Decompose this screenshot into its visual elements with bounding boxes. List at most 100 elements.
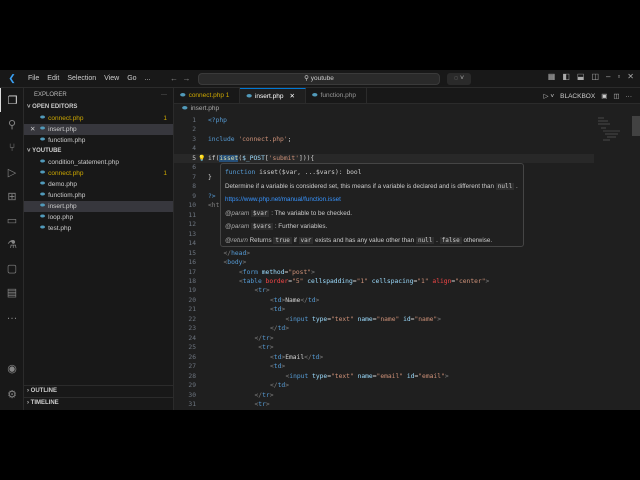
more-actions-icon[interactable]: ··· (161, 88, 167, 102)
outline-section[interactable]: › OUTLINE (24, 386, 174, 397)
code-token: 'submit' (268, 154, 300, 162)
code-line[interactable]: 25 <tr> (174, 343, 594, 352)
run-icon[interactable]: ▷ ˅ (544, 92, 555, 100)
code-line[interactable]: 15 </head> (174, 249, 594, 258)
timeline-label: TIMELINE (30, 400, 59, 406)
explorer-icon[interactable]: ❐ (0, 88, 24, 112)
nav-arrows[interactable]: ← → (170, 74, 190, 83)
file-name: functiom.php (48, 192, 86, 199)
minimap[interactable] (598, 116, 628, 146)
toggle-secondary-sidebar-icon[interactable]: ◫ (591, 72, 599, 81)
blackbox-icon[interactable]: ▣ (601, 92, 607, 100)
file-item[interactable]: ⬬ test.php (24, 223, 173, 234)
settings-gear-icon[interactable]: ⚙ (0, 382, 24, 406)
file-item[interactable]: ⬬ insert.php (24, 201, 173, 212)
code-text: </td> (270, 324, 289, 333)
code-token: < (254, 344, 263, 352)
menu-selection[interactable]: Selection (63, 75, 100, 82)
code-line[interactable]: 20 <td>Name</td> (174, 296, 594, 305)
minimize-icon[interactable]: – (606, 72, 610, 81)
code-token: 'connect.php' (238, 135, 288, 143)
account-icon[interactable]: ◉ (0, 356, 24, 380)
chat-icon[interactable]: ▢ (0, 256, 24, 280)
code-line[interactable]: 29 </td> (174, 381, 594, 390)
open-editors-section[interactable]: ˅ OPEN EDITORS (24, 102, 173, 113)
file-item[interactable]: ⬬ loop.php (24, 212, 173, 223)
code-line[interactable]: 5 💡 if(isset($_POST['submit'])){ (174, 153, 594, 164)
code-line[interactable]: 1 <?php (174, 116, 594, 125)
run-debug-icon[interactable]: ▷ (0, 160, 24, 184)
code-line[interactable]: 3 include 'connect.php'; (174, 135, 594, 144)
menu-edit[interactable]: Edit (43, 75, 63, 82)
timeline-section[interactable]: › TIMELINE (24, 398, 174, 409)
code-token: "name" (376, 315, 404, 323)
file-name: test.php (48, 225, 72, 232)
line-number: 17 (188, 268, 196, 276)
php-file-icon: ⬬ (40, 192, 46, 198)
extensions-icon[interactable]: ⊞ (0, 184, 24, 208)
lightbulb-icon[interactable]: 💡 (198, 154, 205, 163)
file-item[interactable]: ⬬ functiom.php (24, 135, 173, 146)
more-icon[interactable]: … (0, 304, 24, 328)
code-line[interactable]: 26 <td>Email</td> (174, 353, 594, 362)
file-item[interactable]: ⬬ condition_statement.php (24, 157, 173, 168)
code-line[interactable]: 16 <body> (174, 258, 594, 267)
file-item[interactable]: ⬬ demo.php (24, 179, 173, 190)
code-text: <tr> (255, 286, 270, 295)
menu-go[interactable]: Go (123, 75, 140, 82)
file-item[interactable]: ⬬ functiom.php (24, 190, 173, 201)
tab-connect[interactable]: ⬬ connect.php 1 (174, 88, 241, 103)
copilot-button[interactable]: ◌ ˅ (447, 73, 471, 85)
breadcrumb[interactable]: ⬬ insert.php (182, 105, 219, 113)
menu-view[interactable]: View (100, 75, 123, 82)
folder-icon[interactable]: ▤ (0, 280, 24, 304)
toggle-sidebar-icon[interactable]: ◧ (562, 72, 570, 81)
file-item[interactable]: ⬬ connect.php 1 (24, 168, 173, 179)
code-line[interactable]: 31 <tr> (174, 400, 594, 409)
code-line[interactable]: 30 </tr> (174, 391, 594, 400)
close-tab-icon[interactable]: ✕ (290, 93, 295, 100)
vertical-scrollbar[interactable] (632, 116, 640, 136)
line-number: 12 (188, 221, 196, 229)
forward-arrow-icon[interactable]: → (182, 74, 190, 83)
line-number: 10 (188, 202, 196, 210)
code-line[interactable]: 4 (174, 144, 594, 153)
command-center-search[interactable]: ⚲ youtube (198, 73, 440, 85)
code-line[interactable]: 23 </td> (174, 324, 594, 333)
back-arrow-icon[interactable]: ← (170, 74, 178, 83)
file-item[interactable]: ⬬ connect.php 1 (24, 113, 173, 124)
code-line[interactable]: 17 <form method="post"> (174, 268, 594, 277)
menu-file[interactable]: File (24, 75, 43, 82)
php-file-icon: ⬬ (40, 115, 46, 121)
code-line[interactable]: 22 <input type="text" name="name" id="nam… (174, 315, 594, 324)
search-icon[interactable]: ⚲ (0, 112, 24, 136)
source-control-icon[interactable]: ⑂ (0, 136, 24, 160)
hover-description: Determine if a variable is considered se… (225, 182, 495, 190)
close-icon[interactable]: ✕ (30, 124, 35, 135)
more-actions-icon[interactable]: ··· (626, 93, 633, 100)
customize-layout-icon[interactable]: ▦ (548, 72, 556, 81)
code-editor[interactable]: 1 <?php 2 3 include 'connect.php'; 4 5 💡 if(isse… (174, 116, 594, 410)
code-line[interactable]: 2 (174, 125, 594, 134)
menu-more[interactable]: ... (141, 75, 155, 82)
code-line[interactable]: 18 <table border="5" cellspadding="1" cel… (174, 277, 594, 286)
code-line[interactable]: 27 <td> (174, 362, 594, 371)
blackbox-button[interactable]: BLACKBOX (560, 93, 595, 100)
line-number: 11 (188, 211, 196, 219)
maximize-icon[interactable]: ▫ (617, 72, 620, 81)
remote-explorer-icon[interactable]: ▭ (0, 208, 24, 232)
close-window-icon[interactable]: ✕ (627, 72, 634, 81)
tab-function[interactable]: ⬬ function.php (306, 88, 367, 103)
tab-insert[interactable]: ⬬ insert.php ✕ (240, 88, 306, 103)
code-token: > (485, 277, 490, 285)
code-line[interactable]: 24 </tr> (174, 334, 594, 343)
file-item[interactable]: ✕ ⬬ insert.php (24, 124, 173, 135)
code-line[interactable]: 19 <tr> (174, 286, 594, 295)
split-editor-icon[interactable]: ◫ (613, 92, 619, 100)
php-manual-link[interactable]: https://www.php.net/manual/function.isse… (225, 196, 341, 203)
folder-section[interactable]: ˅ YOUTUBE (24, 146, 173, 157)
toggle-panel-icon[interactable]: ⬓ (577, 72, 585, 81)
testing-icon[interactable]: ⚗ (0, 232, 24, 256)
code-line[interactable]: 21 <td> (174, 305, 594, 314)
code-line[interactable]: 28 <input type="text" name="email" id="em… (174, 372, 594, 381)
